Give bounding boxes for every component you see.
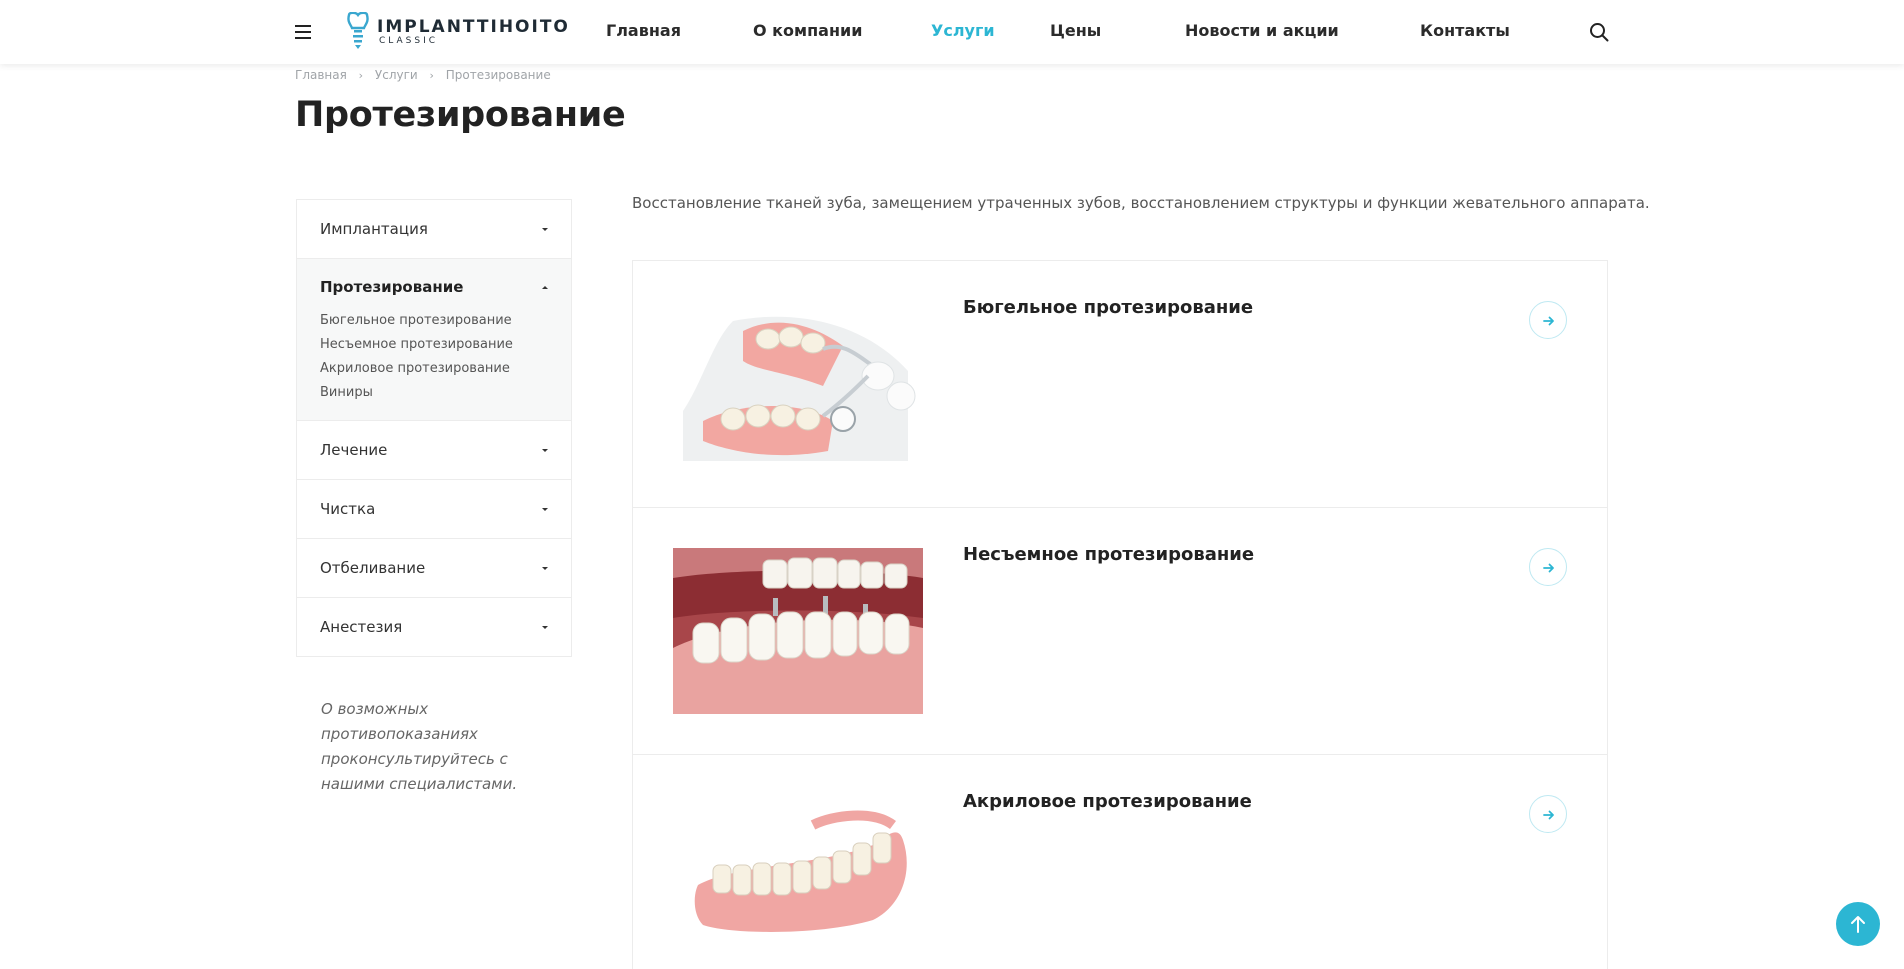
sidebar-item-label: Лечение [320,441,388,459]
sidebar-subitem-clasp-prosthetics[interactable]: Бюгельное протезирование [320,313,512,328]
arrow-right-icon[interactable] [1529,301,1567,339]
breadcrumb-current: Протезирование [445,68,551,82]
logo-subtitle: CLASSIC [379,36,439,46]
service-card-title[interactable]: Акриловое протезирование [963,791,1252,812]
arrow-up-icon [1851,916,1865,933]
acrylic-denture-image [673,795,923,961]
caret-up-icon [542,286,548,289]
breadcrumb: Главная › Услуги › Протезирование [295,68,551,82]
chevron-right-icon: › [429,69,434,82]
breadcrumb-services[interactable]: Услуги [375,68,418,82]
service-card[interactable]: Бюгельное протезирование [632,260,1608,508]
sidebar-item-label: Имплантация [320,220,428,238]
chevron-right-icon: › [358,69,364,82]
sidebar-note: О возможных противопоказаниях проконсуль… [321,700,518,793]
sidebar-item-label: Анестезия [320,618,403,636]
intro-text: Восстановление тканей зуба, замещением у… [632,194,1650,212]
nav-item-about[interactable]: О компании [753,21,862,40]
service-card-title[interactable]: Бюгельное протезирование [963,297,1253,318]
service-card[interactable]: Акриловое протезирование [632,754,1608,969]
arrow-right-icon[interactable] [1529,795,1567,833]
nav-item-services[interactable]: Услуги [931,21,995,40]
sidebar-menu: Имплантация Протезирование Бюгельное про… [296,199,572,657]
page-title: Протезирование [295,95,626,135]
caret-down-icon [542,508,548,511]
sidebar-subitem-fixed-prosthetics[interactable]: Несъемное протезирование [320,337,513,352]
nav-item-home[interactable]: Главная [606,21,681,40]
fixed-denture-image [673,548,923,714]
sidebar-subitem-veneers[interactable]: Виниры [320,385,373,400]
nav-item-contacts[interactable]: Контакты [1420,21,1510,40]
service-card[interactable]: Несъемное протезирование [632,507,1608,755]
clasp-denture-image [673,301,923,467]
nav-item-prices[interactable]: Цены [1050,21,1101,40]
sidebar-item-cleaning[interactable]: Чистка [297,480,571,539]
service-card-title[interactable]: Несъемное протезирование [963,544,1254,565]
nav-item-news[interactable]: Новости и акции [1185,21,1339,40]
caret-down-icon [542,228,548,231]
sidebar-item-whitening[interactable]: Отбеливание [297,539,571,598]
search-icon[interactable] [1589,22,1609,42]
sidebar-item-implantation[interactable]: Имплантация [297,200,571,259]
caret-down-icon [542,449,548,452]
sidebar-item-treatment[interactable]: Лечение [297,421,571,480]
breadcrumb-home[interactable]: Главная [295,68,347,82]
sidebar-item-prosthetics[interactable]: Протезирование Бюгельное протезирование … [297,259,571,421]
site-header: IMPLANTTIHOITO CLASSIC Главная О компани… [0,0,1904,64]
logo-title: IMPLANTTIHOITO [377,17,570,37]
site-logo[interactable]: IMPLANTTIHOITO CLASSIC [345,12,568,52]
sidebar-item-label: Отбеливание [320,559,426,577]
caret-down-icon [542,626,548,629]
sidebar-item-anesthesia[interactable]: Анестезия [297,598,571,656]
sidebar-item-label: Чистка [320,500,376,518]
sidebar-subitem-acrylic-prosthetics[interactable]: Акриловое протезирование [320,361,510,376]
hamburger-menu-icon[interactable] [295,25,311,39]
sidebar-item-label: Протезирование [320,278,464,296]
tooth-implant-logo-icon [347,12,369,49]
scroll-to-top-button[interactable] [1836,902,1880,946]
caret-down-icon [542,567,548,570]
arrow-right-icon[interactable] [1529,548,1567,586]
